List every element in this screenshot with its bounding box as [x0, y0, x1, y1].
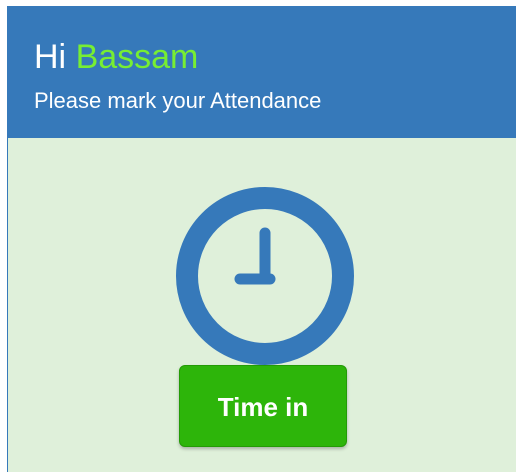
attendance-panel: Time in	[7, 138, 516, 472]
user-name: Bassam	[75, 38, 199, 76]
clock-icon	[176, 187, 354, 365]
attendance-prompt: Please mark your Attendance	[34, 88, 322, 113]
greeting-prefix: Hi	[34, 38, 67, 76]
time-in-button[interactable]: Time in	[179, 365, 347, 447]
attendance-card: Hi Bassam Please mark your Attendance Ti…	[7, 6, 516, 472]
header: Hi Bassam Please mark your Attendance	[7, 6, 516, 138]
greeting: Hi Bassam	[34, 37, 198, 77]
